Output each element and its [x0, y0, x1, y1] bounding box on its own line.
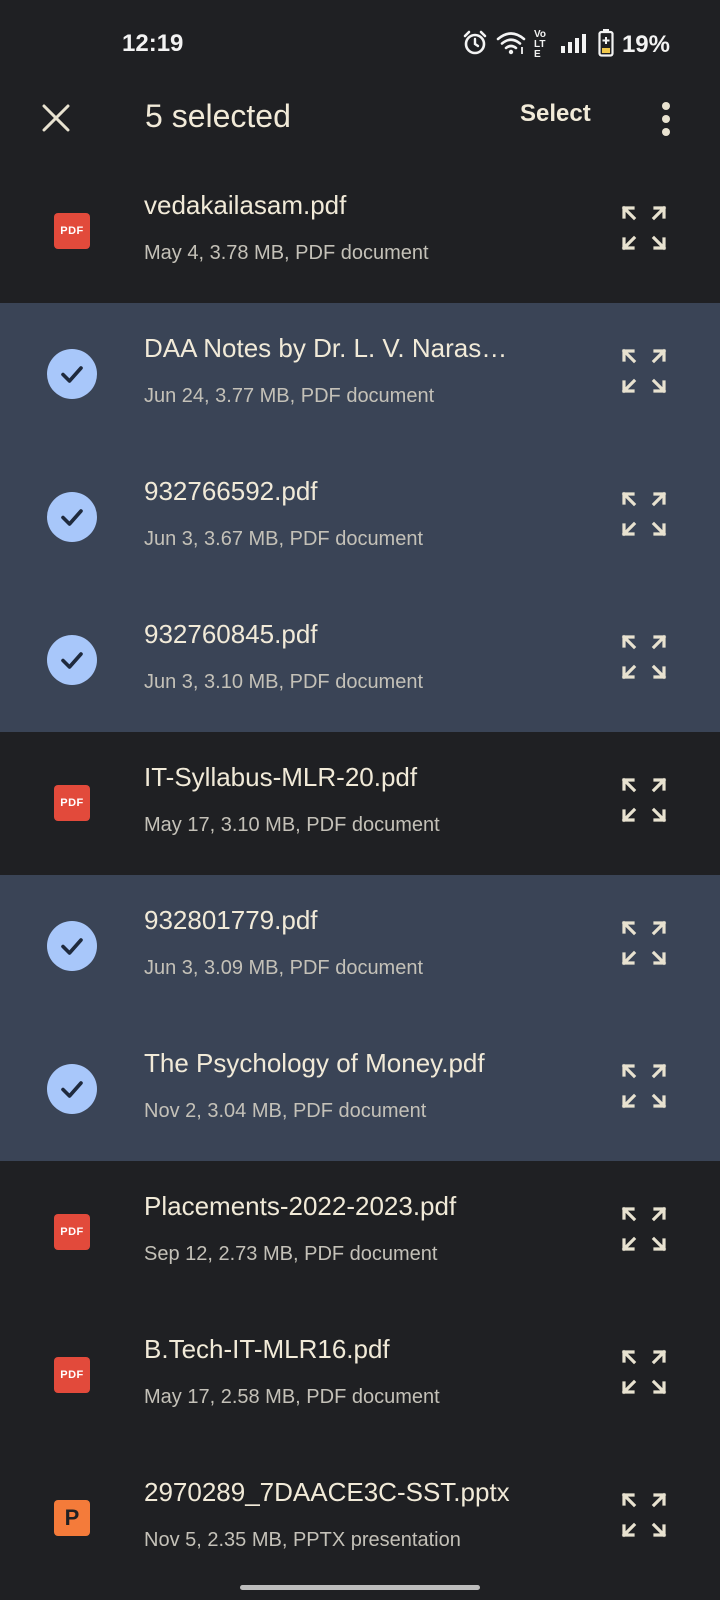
file-type-icon-slot[interactable]: P	[46, 1492, 98, 1544]
check-circle-icon	[47, 349, 97, 399]
expand-preview-button[interactable]	[616, 1346, 672, 1402]
expand-preview-button[interactable]	[616, 917, 672, 973]
file-meta: Nov 2, 3.04 MB, PDF document	[144, 1100, 427, 1122]
status-time: 12:19	[122, 30, 184, 57]
expand-icon	[620, 1205, 668, 1258]
file-name: 932766592.pdf	[144, 476, 318, 506]
file-meta: Sep 12, 2.73 MB, PDF document	[144, 1243, 438, 1265]
expand-icon	[620, 776, 668, 829]
check-circle-icon	[47, 1064, 97, 1114]
selection-app-bar: 5 selected Select	[0, 80, 720, 160]
file-name: B.Tech-IT-MLR16.pdf	[144, 1334, 390, 1364]
expand-preview-button[interactable]	[616, 202, 672, 258]
selection-check[interactable]	[46, 491, 98, 543]
file-meta: Nov 5, 2.35 MB, PPTX presentation	[144, 1529, 461, 1551]
file-meta: May 4, 3.78 MB, PDF document	[144, 242, 429, 264]
expand-preview-button[interactable]	[616, 1489, 672, 1545]
battery-percent: 19%	[621, 31, 670, 58]
selection-check[interactable]	[46, 920, 98, 972]
file-row[interactable]: 932766592.pdf Jun 3, 3.67 MB, PDF documen…	[0, 446, 720, 592]
file-name: 2970289_7DAACE3C-SST.pptx	[144, 1477, 510, 1507]
signal-icon	[560, 32, 590, 59]
file-row[interactable]: PDF B.Tech-IT-MLR16.pdf May 17, 2.58 MB, P…	[0, 1304, 720, 1450]
expand-preview-button[interactable]	[616, 1203, 672, 1259]
close-button[interactable]	[30, 92, 82, 144]
file-type-icon-slot[interactable]: PDF	[46, 1206, 98, 1258]
battery-icon	[598, 28, 614, 62]
file-name: DAA Notes by Dr. L. V. Naras…	[144, 333, 508, 363]
selection-check[interactable]	[46, 634, 98, 686]
expand-icon	[620, 490, 668, 543]
file-name: The Psychology of Money.pdf	[144, 1048, 485, 1078]
expand-preview-button[interactable]	[616, 488, 672, 544]
file-name: vedakailasam.pdf	[144, 190, 347, 220]
file-row[interactable]: 932760845.pdf Jun 3, 3.10 MB, PDF documen…	[0, 589, 720, 735]
selection-count-title: 5 selected	[145, 98, 291, 134]
expand-icon	[620, 1491, 668, 1544]
status-icons: Vo LTE 19%	[462, 28, 670, 62]
close-icon	[42, 104, 70, 132]
pdf-file-icon: PDF	[54, 1357, 90, 1393]
volte-label: Vo LTE	[533, 29, 546, 60]
volte-icon: Vo LTE	[534, 30, 552, 60]
file-row[interactable]: P 2970289_7DAACE3C-SST.pptx Nov 5, 2.35 MB…	[0, 1447, 720, 1593]
expand-preview-button[interactable]	[616, 1060, 672, 1116]
file-row[interactable]: The Psychology of Money.pdf Nov 2, 3.04 M…	[0, 1018, 720, 1164]
file-row[interactable]: 932801779.pdf Jun 3, 3.09 MB, PDF documen…	[0, 875, 720, 1021]
select-button[interactable]: Select	[520, 100, 591, 128]
expand-icon	[620, 1062, 668, 1115]
more-options-button[interactable]	[646, 92, 686, 146]
home-indicator[interactable]	[240, 1585, 480, 1590]
file-name: IT-Syllabus-MLR-20.pdf	[144, 762, 418, 792]
expand-preview-button[interactable]	[616, 345, 672, 401]
expand-icon	[620, 347, 668, 400]
file-row[interactable]: PDF Placements-2022-2023.pdf Sep 12, 2.73 …	[0, 1161, 720, 1307]
file-meta: Jun 24, 3.77 MB, PDF document	[144, 385, 435, 407]
selection-check[interactable]	[46, 348, 98, 400]
file-row[interactable]: PDF IT-Syllabus-MLR-20.pdf May 17, 3.10 MB…	[0, 732, 720, 878]
expand-icon	[620, 919, 668, 972]
check-circle-icon	[47, 921, 97, 971]
file-row[interactable]: DAA Notes by Dr. L. V. Naras… Jun 24, 3.7…	[0, 303, 720, 449]
file-meta: May 17, 2.58 MB, PDF document	[144, 1386, 440, 1408]
check-circle-icon	[47, 635, 97, 685]
file-name: 932801779.pdf	[144, 905, 318, 935]
wifi-icon	[496, 30, 526, 61]
check-circle-icon	[47, 492, 97, 542]
file-row[interactable]: PDF vedakailasam.pdf May 4, 3.78 MB, PDF d…	[0, 160, 720, 306]
expand-preview-button[interactable]	[616, 774, 672, 830]
pdf-file-icon: PDF	[54, 213, 90, 249]
selection-check[interactable]	[46, 1063, 98, 1115]
status-bar: 12:19 Vo LTE 19%	[0, 0, 720, 90]
pptx-file-icon: P	[54, 1500, 90, 1536]
more-vert-icon	[662, 102, 670, 136]
expand-icon	[620, 1348, 668, 1401]
expand-icon	[620, 633, 668, 686]
pdf-file-icon: PDF	[54, 785, 90, 821]
file-name: Placements-2022-2023.pdf	[144, 1191, 457, 1221]
file-type-icon-slot[interactable]: PDF	[46, 205, 98, 257]
file-meta: Jun 3, 3.09 MB, PDF document	[144, 957, 424, 979]
pdf-file-icon: PDF	[54, 1214, 90, 1250]
expand-preview-button[interactable]	[616, 631, 672, 687]
expand-icon	[620, 204, 668, 257]
alarm-icon	[462, 30, 488, 61]
file-name: 932760845.pdf	[144, 619, 318, 649]
file-type-icon-slot[interactable]: PDF	[46, 1349, 98, 1401]
file-meta: Jun 3, 3.67 MB, PDF document	[144, 528, 424, 550]
file-meta: May 17, 3.10 MB, PDF document	[144, 814, 440, 836]
file-meta: Jun 3, 3.10 MB, PDF document	[144, 671, 424, 693]
file-type-icon-slot[interactable]: PDF	[46, 777, 98, 829]
